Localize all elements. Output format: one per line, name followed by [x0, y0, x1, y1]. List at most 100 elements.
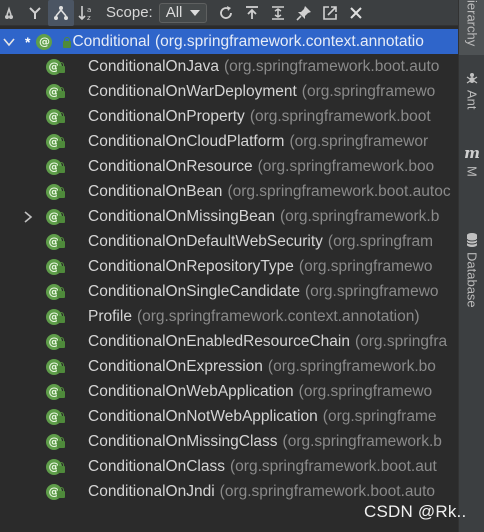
type-package: (org.springframework.boot.autoc — [227, 182, 451, 200]
type-package: (org.springfra — [354, 332, 448, 350]
type-name: ConditionalOnDefaultWebSecurity — [88, 232, 323, 250]
chevron-down-icon[interactable] — [3, 36, 15, 48]
base-marker: * — [25, 33, 31, 50]
close-button[interactable] — [343, 0, 369, 26]
chevron-right-icon[interactable] — [22, 211, 34, 223]
lock-icon — [57, 487, 65, 498]
pin-icon — [296, 5, 312, 21]
lock-icon — [57, 437, 65, 448]
tree-row[interactable]: @ ConditionalOnJava (org.springframework.b… — [0, 54, 458, 79]
tree-row[interactable]: @ ConditionalOnNotWebApplication (org.spri… — [0, 404, 458, 429]
lock-icon — [57, 212, 65, 223]
lock-icon — [57, 137, 65, 148]
type-name: ConditionalOnSingleCandidate — [88, 282, 300, 300]
lock-icon — [57, 187, 65, 198]
class-hierarchy-button[interactable] — [48, 0, 74, 26]
tab-database[interactable]: Database — [459, 232, 484, 308]
maven-icon: m — [464, 144, 480, 162]
watermark-text: CSDN @Rk.. — [364, 502, 467, 521]
tab-ant[interactable]: Ant — [459, 72, 484, 110]
lock-icon — [63, 37, 71, 48]
open-in-new-window-icon — [323, 5, 338, 20]
tree-row[interactable]: @ Profile (org.springframework.context.ann… — [0, 304, 458, 329]
right-tool-window-strip: ierarchy Ant m M Database — [458, 0, 484, 532]
lock-icon — [57, 262, 65, 273]
tree-row[interactable]: @ ConditionalOnBean (org.springframework.b… — [0, 179, 458, 204]
lock-icon — [57, 337, 65, 348]
tree-row[interactable]: @ ConditionalOnJndi (org.springframework.b… — [0, 479, 458, 504]
type-package: (org.springframewo — [301, 82, 436, 100]
type-name: ConditionalOnWebApplication — [88, 382, 294, 400]
open-in-new-window-button[interactable] — [317, 0, 343, 26]
tree-row[interactable]: @ ConditionalOnWarDeployment (org.springfr… — [0, 79, 458, 104]
type-name: ConditionalOnClass — [88, 457, 225, 475]
lock-icon — [57, 462, 65, 473]
supertypes-hierarchy-button[interactable] — [22, 0, 48, 26]
type-package: (org.springframework.boo — [257, 157, 435, 175]
tree-row[interactable]: @ ConditionalOnMissingClass (org.springfra… — [0, 429, 458, 454]
tree-row[interactable]: @ ConditionalOnSingleCandidate (org.spring… — [0, 279, 458, 304]
hierarchy-toolbar: a z Scope: All — [0, 0, 458, 26]
type-name: ConditionalOnMissingBean — [88, 207, 275, 225]
type-name: Conditional — [72, 32, 151, 50]
type-name: ConditionalOnRepositoryType — [88, 257, 294, 275]
lock-icon — [57, 112, 65, 123]
type-name: ConditionalOnBean — [88, 182, 223, 200]
tree-row[interactable]: @ ConditionalOnCloudPlatform (org.springfr… — [0, 129, 458, 154]
lock-icon — [57, 287, 65, 298]
tree-row[interactable]: @ ConditionalOnDefaultWebSecurity (org.spr… — [0, 229, 458, 254]
type-name: ConditionalOnProperty — [88, 107, 245, 125]
close-icon — [350, 6, 363, 19]
tab-maven[interactable]: m M — [459, 144, 484, 177]
svg-text:a: a — [87, 6, 91, 14]
scope-selected-value: All — [165, 4, 183, 21]
autoscroll-to-source-icon — [246, 5, 259, 19]
class-hierarchy-icon — [54, 5, 68, 20]
tree-row[interactable]: @ ConditionalOnResource (org.springframewo… — [0, 154, 458, 179]
subtypes-hierarchy-icon — [5, 5, 13, 19]
expand-all-button[interactable] — [265, 0, 291, 26]
type-package: (org.springframewo — [298, 382, 433, 400]
tree-row[interactable]: @ ConditionalOnExpression (org.springframe… — [0, 354, 458, 379]
tree-row[interactable]: @ ConditionalOnProperty (org.springframewo… — [0, 104, 458, 129]
autoscroll-to-source-button[interactable] — [239, 0, 265, 26]
tab-hierarchy[interactable]: ierarchy — [459, 0, 484, 55]
tree-row[interactable]: @ ConditionalOnMissingBean (org.springfram… — [0, 204, 458, 229]
type-name: ConditionalOnWarDeployment — [88, 82, 297, 100]
type-package: (org.springframework.bo — [267, 357, 436, 375]
type-name: ConditionalOnExpression — [88, 357, 263, 375]
tree-row[interactable]: @ ConditionalOnEnabledResourceChain (org.s… — [0, 329, 458, 354]
type-package: (org.springframework.context.annotatio — [155, 32, 424, 50]
type-package: (org.springframework.boot.auto — [219, 482, 436, 500]
type-package: (org.springframework.boot — [249, 107, 431, 125]
annotation-icon: @ — [36, 33, 53, 50]
scope-dropdown[interactable]: All — [158, 2, 208, 23]
lock-icon — [57, 312, 65, 323]
supertypes-hierarchy-icon — [29, 6, 41, 19]
hierarchy-tree: * @ Conditional (org.springframework.con… — [0, 29, 458, 532]
dropdown-caret-icon — [190, 9, 201, 16]
scope-label: Scope: — [106, 4, 153, 21]
expand-all-icon — [272, 5, 285, 20]
sort-alphabetically-button[interactable]: a z — [74, 0, 100, 26]
type-package: (org.springframework.boot.auto — [223, 57, 440, 75]
tree-row[interactable]: @ ConditionalOnWebApplication (org.springf… — [0, 379, 458, 404]
tab-hierarchy-label: ierarchy — [464, 0, 480, 47]
tree-row-root[interactable]: * @ Conditional (org.springframework.con… — [0, 29, 458, 54]
type-package: (org.springfram — [327, 232, 434, 250]
tree-row[interactable]: @ ConditionalOnClass (org.springframework.… — [0, 454, 458, 479]
type-package: (org.springframework.b — [282, 432, 442, 450]
type-name: ConditionalOnResource — [88, 157, 253, 175]
type-package: (org.springframework.context.annotation) — [136, 307, 420, 325]
type-package: (org.springframe — [322, 407, 437, 425]
lock-icon — [57, 387, 65, 398]
svg-text:z: z — [87, 14, 91, 21]
lock-icon — [57, 412, 65, 423]
subtypes-hierarchy-button[interactable] — [0, 0, 22, 26]
refresh-button[interactable] — [213, 0, 239, 26]
tree-row[interactable]: @ ConditionalOnRepositoryType (org.springf… — [0, 254, 458, 279]
lock-icon — [57, 237, 65, 248]
type-package: (org.springframework.boot.aut — [230, 457, 437, 475]
pin-button[interactable] — [291, 0, 317, 26]
type-name: Profile — [88, 307, 132, 325]
